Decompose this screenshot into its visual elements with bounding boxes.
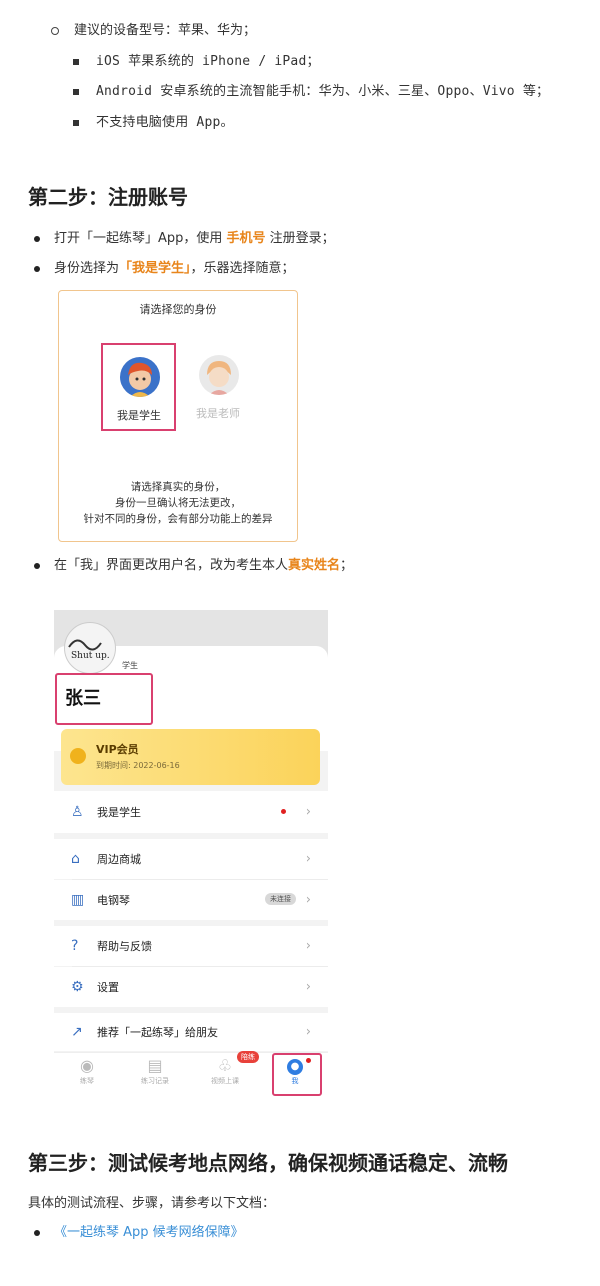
teacher-avatar-icon[interactable] <box>199 355 239 395</box>
teacher-label[interactable]: 我是老师 <box>196 405 240 421</box>
menu-label: 推荐「一起练琴」给朋友 <box>97 1026 218 1039</box>
step3-heading: 第三步：测试候考地点网络，确保视频通话稳定、流畅 <box>28 1151 508 1175</box>
notification-dot <box>306 1058 311 1063</box>
identity-note-1: 请选择真实的身份， <box>130 481 226 493</box>
emphasis-student: 「我是学生」 <box>119 261 191 276</box>
menu-label: 周边商城 <box>97 853 141 866</box>
text: ； <box>340 558 354 573</box>
tab-label: 我 <box>291 1077 299 1085</box>
identity-selection-screenshot: 请选择您的身份 我是学生 我是老师 请选择真实的身份， 身份一旦确认将无法更改，… <box>58 290 298 542</box>
menu-shop[interactable]: ⌂ 周边商城 › <box>54 839 328 879</box>
tab-label: 练习记录 <box>141 1077 169 1085</box>
video-badge: 陪练 <box>237 1051 259 1063</box>
student-label: 我是学生 <box>117 409 161 422</box>
step2-bullet-login: 打开「一起练琴」App，使用 手机号 注册登录； <box>54 229 335 249</box>
list-bullet <box>34 266 40 272</box>
vip-expiry: 到期时间: 2022-06-16 <box>96 761 180 770</box>
tab-label: 视频上课 <box>211 1077 239 1085</box>
role-tag: 学生 <box>122 661 138 670</box>
menu-student[interactable]: ♙ 我是学生 › <box>54 791 328 833</box>
handwriting-icon <box>68 639 102 651</box>
user-icon: ● <box>287 1059 303 1075</box>
list-bullet <box>34 236 40 242</box>
menu-label: 电钢琴 <box>97 894 130 907</box>
tab-me[interactable]: ● 我 <box>268 1057 322 1087</box>
tab-records[interactable]: ▤ 练习记录 <box>128 1057 182 1087</box>
list-bullet <box>34 1230 40 1236</box>
avatar[interactable]: Shut up. <box>64 622 116 674</box>
gear-icon: ⚙ <box>71 979 84 995</box>
ios-devices: iOS 苹果系统的 iPhone / iPad； <box>96 54 320 69</box>
menu-recommend[interactable]: ↗ 推荐「一起练琴」给朋友 › <box>54 1013 328 1051</box>
list-bullet <box>73 89 79 95</box>
student-option[interactable]: 我是学生 <box>101 343 176 431</box>
identity-title: 请选择您的身份 <box>139 303 217 316</box>
chevron-right-icon: › <box>305 804 311 820</box>
notification-dot <box>281 809 286 814</box>
tab-bar: ◉ 练琴 ▤ 练习记录 ♧ 视频上课 陪练 ● 我 <box>54 1051 328 1096</box>
menu-piano[interactable]: ▥ 电钢琴 未连接 › <box>54 880 328 920</box>
text: ，乐器选择随意； <box>190 261 295 276</box>
no-pc-note: 不支持电脑使用 App。 <box>96 115 234 130</box>
emphasis-real-name: 真实姓名 <box>288 558 341 573</box>
share-icon: ↗ <box>71 1024 83 1040</box>
chevron-right-icon: › <box>305 1024 311 1040</box>
step2-heading: 第二步：注册账号 <box>28 185 188 209</box>
menu-label: 设置 <box>97 981 119 994</box>
records-icon: ▤ <box>147 1056 163 1075</box>
network-guide-link[interactable]: 《一起练琴 App 候考网络保障》 <box>54 1223 244 1243</box>
tab-label: 练琴 <box>80 1077 94 1085</box>
piano-icon: ▥ <box>71 892 85 908</box>
step3-intro: 具体的测试流程、步骤，请参考以下文档： <box>28 1196 276 1211</box>
menu-label: 我是学生 <box>97 806 141 819</box>
practice-icon: ◉ <box>80 1056 94 1075</box>
chevron-right-icon: › <box>305 892 311 908</box>
menu-label: 帮助与反馈 <box>97 940 152 953</box>
recommended-devices: 建议的设备型号：苹果、华为； <box>74 23 257 38</box>
vip-badge-icon <box>70 748 86 764</box>
help-icon: ? <box>71 938 79 954</box>
emphasis-phone: 手机号 <box>226 231 266 246</box>
profile-screenshot: Shut up. 学生 张三 VIP会员 到期时间: 2022-06-16 ♙ … <box>54 610 328 1096</box>
list-bullet <box>51 27 59 35</box>
student-avatar-icon <box>120 357 160 397</box>
identity-note-2: 身份一旦确认将无法更改， <box>115 497 241 509</box>
step2-bullet-identity: 身份选择为「我是学生」，乐器选择随意； <box>54 259 295 279</box>
text: 注册登录； <box>265 231 335 246</box>
chevron-right-icon: › <box>305 938 311 954</box>
vip-title: VIP会员 <box>96 743 139 756</box>
vip-card[interactable]: VIP会员 到期时间: 2022-06-16 <box>61 729 320 785</box>
list-bullet <box>34 563 40 569</box>
text: 打开「一起练琴」App，使用 <box>54 231 227 246</box>
username: 张三 <box>65 688 101 709</box>
status-badge: 未连接 <box>265 893 296 905</box>
step2-bullet-username: 在「我」界面更改用户名，改为考生本人真实姓名； <box>54 556 353 576</box>
text: 在「我」界面更改用户名，改为考生本人 <box>54 558 289 573</box>
list-bullet <box>73 120 79 126</box>
android-devices: Android 安卓系统的主流智能手机：华为、小米、三星、Oppo、Vivo 等… <box>96 84 550 99</box>
chevron-right-icon: › <box>305 979 311 995</box>
student-icon: ♙ <box>71 804 84 820</box>
text: 身份选择为 <box>54 261 120 276</box>
menu-help[interactable]: ? 帮助与反馈 › <box>54 926 328 966</box>
list-bullet <box>73 59 79 65</box>
tab-practice[interactable]: ◉ 练琴 <box>60 1057 114 1087</box>
shop-icon: ⌂ <box>71 851 80 867</box>
chevron-right-icon: › <box>305 851 311 867</box>
identity-note-3: 针对不同的身份，会有部分功能上的差异 <box>83 513 273 525</box>
menu-settings[interactable]: ⚙ 设置 › <box>54 967 328 1007</box>
